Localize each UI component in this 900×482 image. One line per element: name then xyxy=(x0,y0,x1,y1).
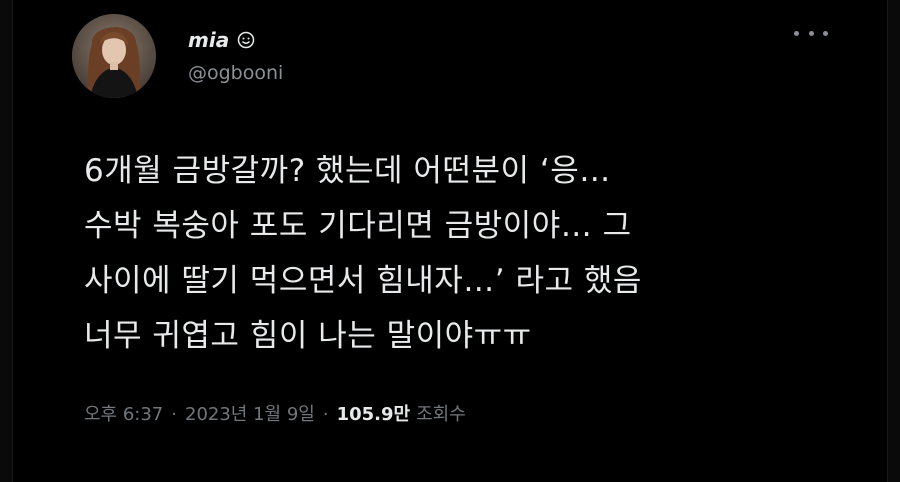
views-count: 105.9만 xyxy=(336,404,411,425)
tweet-date[interactable]: 2023년 1월 9일 xyxy=(185,400,315,426)
tweet-metadata: 오후 6:37 · 2023년 1월 9일 · 105.9만 조회수 xyxy=(84,400,466,426)
tweet-text-line: 너무 귀엽고 힘이 나는 말이야ㅠㅠ xyxy=(84,318,532,354)
more-options-button[interactable] xyxy=(794,22,828,44)
tweet-text: 6개월 금방갈까? 했는데 어떤분이 ‘응… 수박 복숭아 포도 기다리면 금방… xyxy=(84,144,844,364)
more-options-icon xyxy=(808,30,814,36)
smiley-face-icon xyxy=(237,31,255,49)
meta-separator: · xyxy=(171,404,177,425)
display-name[interactable]: mia xyxy=(188,28,229,52)
tweet-card: mia @ogbooni 6개월 금방갈까? 했는데 어떤분이 ‘응… 수박 복… xyxy=(66,12,846,462)
more-options-icon xyxy=(794,30,799,36)
tweet-time[interactable]: 오후 6:37 xyxy=(84,400,163,426)
frame-edge-left xyxy=(0,0,13,482)
views-label: 조회수 xyxy=(416,404,466,425)
tweet-text-line: 6개월 금방갈까? 했는데 어떤분이 ‘응… xyxy=(84,153,611,189)
frame-edge-right xyxy=(887,0,900,482)
avatar-photo xyxy=(72,14,156,98)
tweet-text-line: 사이에 딸기 먹으면서 힘내자…’ 라고 했음 xyxy=(84,263,642,299)
avatar[interactable] xyxy=(72,14,156,98)
meta-separator: · xyxy=(322,404,329,425)
more-options-icon xyxy=(823,30,828,36)
display-name-row: mia xyxy=(188,26,283,54)
user-info: mia @ogbooni xyxy=(188,26,283,84)
tweet-text-line: 수박 복숭아 포도 기다리면 금방이야… 그 xyxy=(84,208,632,244)
user-handle[interactable]: @ogbooni xyxy=(188,62,283,84)
